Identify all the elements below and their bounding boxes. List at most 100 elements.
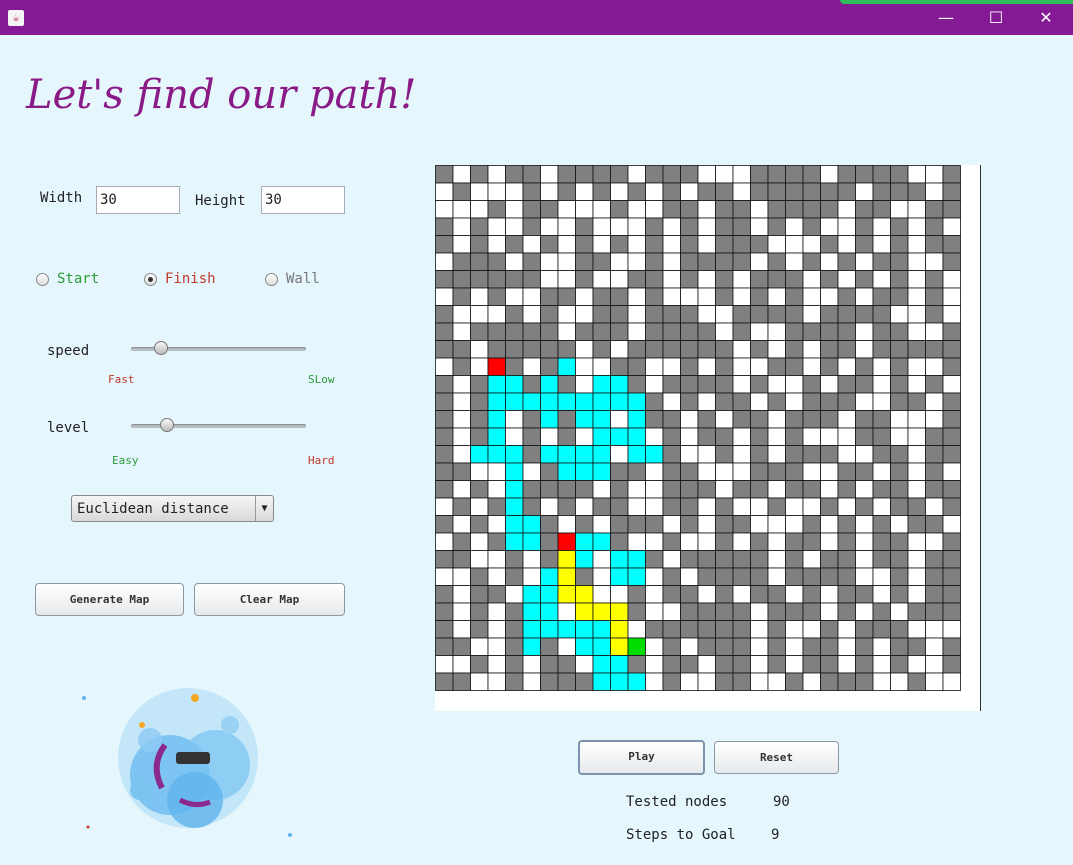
grid-cell[interactable] bbox=[452, 550, 471, 569]
grid-cell[interactable] bbox=[942, 602, 961, 621]
grid-cell[interactable] bbox=[715, 672, 734, 691]
grid-cell[interactable] bbox=[715, 602, 734, 621]
grid-cell[interactable] bbox=[907, 427, 926, 446]
grid-cell[interactable] bbox=[452, 672, 471, 691]
grid-cell[interactable] bbox=[855, 182, 874, 201]
grid-cell[interactable] bbox=[575, 672, 594, 691]
grid-cell[interactable] bbox=[662, 532, 681, 551]
grid-cell[interactable] bbox=[452, 340, 471, 359]
grid-cell[interactable] bbox=[820, 427, 839, 446]
grid-cell[interactable] bbox=[697, 200, 716, 219]
grid-cell[interactable] bbox=[680, 515, 699, 534]
grid-cell[interactable] bbox=[890, 585, 909, 604]
grid-cell[interactable] bbox=[662, 375, 681, 394]
grid-cell[interactable] bbox=[942, 637, 961, 656]
grid-cell[interactable] bbox=[750, 480, 769, 499]
grid-cell[interactable] bbox=[522, 637, 541, 656]
grid-cell[interactable] bbox=[645, 602, 664, 621]
grid-cell[interactable] bbox=[732, 410, 751, 429]
grid-cell[interactable] bbox=[522, 480, 541, 499]
grid-cell[interactable] bbox=[452, 165, 471, 184]
grid-cell[interactable] bbox=[610, 567, 629, 586]
grid-cell[interactable] bbox=[452, 270, 471, 289]
grid-cell[interactable] bbox=[732, 357, 751, 376]
grid-cell[interactable] bbox=[487, 550, 506, 569]
grid-cell[interactable] bbox=[575, 550, 594, 569]
grid-cell[interactable] bbox=[452, 585, 471, 604]
grid-cell[interactable] bbox=[715, 182, 734, 201]
grid-cell[interactable] bbox=[557, 515, 576, 534]
grid-cell[interactable] bbox=[715, 567, 734, 586]
grid-cell[interactable] bbox=[610, 200, 629, 219]
grid-cell[interactable] bbox=[942, 235, 961, 254]
grid-cell[interactable] bbox=[767, 532, 786, 551]
grid-cell[interactable] bbox=[925, 200, 944, 219]
grid-cell[interactable] bbox=[505, 322, 524, 341]
grid-cell[interactable] bbox=[785, 427, 804, 446]
grid-cell[interactable] bbox=[732, 620, 751, 639]
grid-cell[interactable] bbox=[627, 655, 646, 674]
grid-cell[interactable] bbox=[645, 252, 664, 271]
grid-cell[interactable] bbox=[855, 165, 874, 184]
grid-cell[interactable] bbox=[820, 182, 839, 201]
grid-cell[interactable] bbox=[540, 602, 559, 621]
grid-cell[interactable] bbox=[505, 200, 524, 219]
grid-cell[interactable] bbox=[750, 340, 769, 359]
grid-cell[interactable] bbox=[435, 445, 454, 464]
grid-cell[interactable] bbox=[907, 462, 926, 481]
grid-cell[interactable] bbox=[540, 672, 559, 691]
grid-cell[interactable] bbox=[855, 637, 874, 656]
grid-cell[interactable] bbox=[767, 410, 786, 429]
grid-cell[interactable] bbox=[942, 497, 961, 516]
grid-cell[interactable] bbox=[802, 637, 821, 656]
grid-cell[interactable] bbox=[837, 672, 856, 691]
grid-cell[interactable] bbox=[557, 340, 576, 359]
grid-cell[interactable] bbox=[855, 410, 874, 429]
grid-cell[interactable] bbox=[837, 322, 856, 341]
grid-cell[interactable] bbox=[855, 480, 874, 499]
level-slider[interactable] bbox=[131, 416, 306, 436]
grid-cell[interactable] bbox=[505, 672, 524, 691]
grid-cell[interactable] bbox=[557, 375, 576, 394]
grid-cell[interactable] bbox=[697, 672, 716, 691]
grid-cell[interactable] bbox=[522, 270, 541, 289]
grid-cell[interactable] bbox=[680, 602, 699, 621]
grid-cell[interactable] bbox=[487, 410, 506, 429]
slider-thumb[interactable] bbox=[153, 341, 168, 355]
grid-cell[interactable] bbox=[575, 620, 594, 639]
grid-cell[interactable] bbox=[715, 357, 734, 376]
grid-cell[interactable] bbox=[890, 270, 909, 289]
grid-cell[interactable] bbox=[592, 392, 611, 411]
grid-cell[interactable] bbox=[452, 182, 471, 201]
grid-cell[interactable] bbox=[907, 287, 926, 306]
grid-cell[interactable] bbox=[802, 322, 821, 341]
grid-cell[interactable] bbox=[487, 305, 506, 324]
grid-cell[interactable] bbox=[890, 287, 909, 306]
grid-cell[interactable] bbox=[662, 287, 681, 306]
grid-cell[interactable] bbox=[785, 357, 804, 376]
grid-cell[interactable] bbox=[715, 410, 734, 429]
grid-cell[interactable] bbox=[942, 462, 961, 481]
grid-cell[interactable] bbox=[435, 340, 454, 359]
grid-cell[interactable] bbox=[627, 392, 646, 411]
grid-cell[interactable] bbox=[522, 620, 541, 639]
grid-cell[interactable] bbox=[592, 550, 611, 569]
grid-cell[interactable] bbox=[767, 322, 786, 341]
grid-cell[interactable] bbox=[767, 655, 786, 674]
grid-cell[interactable] bbox=[925, 392, 944, 411]
grid-cell[interactable] bbox=[750, 550, 769, 569]
grid-cell[interactable] bbox=[785, 287, 804, 306]
grid-cell[interactable] bbox=[802, 217, 821, 236]
grid-cell[interactable] bbox=[645, 375, 664, 394]
grid-cell[interactable] bbox=[627, 567, 646, 586]
finish-radio[interactable]: Finish bbox=[144, 271, 216, 287]
grid-cell[interactable] bbox=[925, 182, 944, 201]
grid-cell[interactable] bbox=[575, 305, 594, 324]
grid-cell[interactable] bbox=[557, 585, 576, 604]
grid-cell[interactable] bbox=[522, 532, 541, 551]
grid-cell[interactable] bbox=[872, 655, 891, 674]
grid-cell[interactable] bbox=[802, 602, 821, 621]
grid-cell[interactable] bbox=[487, 287, 506, 306]
grid-cell[interactable] bbox=[767, 620, 786, 639]
grid-cell[interactable] bbox=[470, 427, 489, 446]
